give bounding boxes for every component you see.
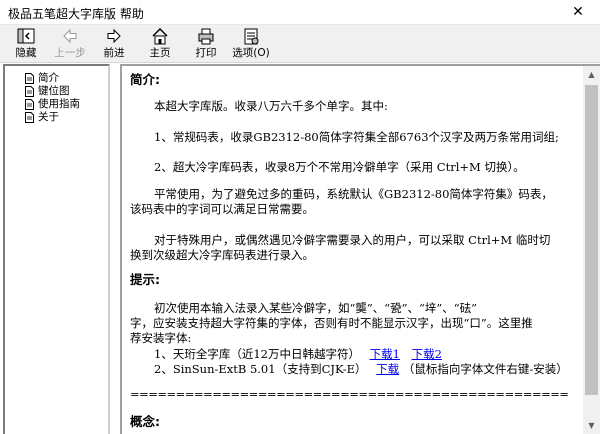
arrow-right-icon (107, 28, 121, 44)
navigation-pane: 简介 键位图 使用指南 关于 (3, 64, 110, 434)
download-link[interactable]: 下载 (376, 362, 399, 376)
content-pane: 简介: 本超大字库版。收录八万六千多个单字。其中: 1、常规码表，收录GB231… (120, 64, 600, 434)
hide-button[interactable]: 隐藏 (4, 26, 48, 62)
forward-label: 前进 (103, 47, 125, 59)
printer-icon (198, 28, 214, 45)
tip-paragraph: 字，应安装支持超大字符集的字体，否则有时不能显示汉字，出现“口”。这里推 (130, 316, 533, 330)
intro-paragraph: 本超大字库版。收录八万六千多个单字。其中: (154, 99, 388, 113)
document-icon (25, 112, 34, 123)
font-item-1: 1、天珩全字库（近12万中日韩越字符） 下载1 下载2 (154, 347, 442, 362)
print-label: 打印 (195, 47, 217, 59)
tip-heading: 提示: (130, 272, 160, 287)
font-item-2: 2、SinSun-ExtB 5.01（支持到CJK-E） 下载 （鼠标指向字体文… (154, 362, 568, 377)
tip-paragraph: 初次使用本输入法录入某些冷僻字，如“龑”、“㼦”、“垶”、“砝” (154, 301, 478, 315)
tree-item-guide[interactable]: 使用指南 (25, 98, 80, 111)
tree-item-label: 键位图 (38, 85, 70, 97)
home-label: 主页 (149, 47, 171, 59)
arrow-left-icon (63, 28, 77, 44)
home-icon (152, 27, 168, 45)
help-content: 简介: 本超大字库版。收录八万六千多个单字。其中: 1、常规码表，收录GB231… (130, 66, 582, 434)
vertical-scrollbar[interactable]: ▲ ▼ (583, 66, 600, 434)
document-icon (25, 73, 34, 84)
tree-item-label: 使用指南 (38, 98, 80, 110)
tree-item-label: 关于 (38, 111, 59, 123)
window-title: 极品五笔超大字库版 帮助 (8, 7, 144, 21)
font-item-text: 2、SinSun-ExtB 5.01（支持到CJK-E） (154, 362, 367, 376)
tree-item-keymap[interactable]: 键位图 (25, 85, 80, 98)
hide-label: 隐藏 (15, 47, 37, 59)
tree-item-label: 简介 (38, 72, 59, 84)
title-bar: 极品五笔超大字库版 帮助 ✕ (0, 0, 600, 25)
scroll-up-icon[interactable]: ▲ (583, 66, 600, 83)
concept-heading: 概念: (130, 414, 160, 429)
print-button[interactable]: 打印 (184, 26, 228, 62)
intro-heading: 简介: (130, 72, 160, 87)
tree-item-about[interactable]: 关于 (25, 111, 80, 124)
document-icon (25, 86, 34, 97)
separator: ========================================… (130, 387, 569, 401)
options-button[interactable]: 选项(O) (226, 26, 276, 62)
install-note: （鼠标指向字体文件右键-安装） (402, 362, 568, 376)
tip-paragraph: 荐安装字体: (130, 331, 192, 345)
hide-icon (17, 28, 35, 44)
forward-button[interactable]: 前进 (92, 26, 136, 62)
intro-paragraph: 平常使用，为了避免过多的重码，系统默认《GB2312-80简体字符集》码表， (154, 187, 553, 201)
toolbar: 隐藏 上一步 前进 主页 打印 选项(O) (0, 25, 600, 63)
options-label: 选项(O) (232, 47, 270, 59)
download-link-1[interactable]: 下载1 (370, 347, 400, 361)
back-button[interactable]: 上一步 (48, 26, 92, 62)
tree-item-intro[interactable]: 简介 (25, 72, 80, 85)
scroll-down-icon[interactable]: ▼ (583, 417, 600, 434)
scroll-thumb[interactable] (585, 85, 598, 395)
intro-item-2: 2、超大冷字库码表，收录8万个不常用冷僻单字（采用 Ctrl+M 切换）。 (154, 160, 525, 174)
font-item-text: 1、天珩全字库（近12万中日韩越字符） (154, 347, 360, 361)
document-icon (25, 99, 34, 110)
download-link-2[interactable]: 下载2 (412, 347, 442, 361)
close-icon[interactable]: ✕ (556, 0, 600, 25)
home-button[interactable]: 主页 (138, 26, 182, 62)
intro-item-1: 1、常规码表，收录GB2312-80简体字符集全部6763个汉字及两万条常用词组… (154, 130, 559, 144)
contents-tree: 简介 键位图 使用指南 关于 (25, 72, 80, 124)
back-label: 上一步 (54, 47, 86, 59)
intro-paragraph: 换到次级超大冷字库码表进行录入。 (130, 248, 314, 262)
options-icon (244, 28, 259, 45)
intro-paragraph: 该码表中的字词可以满足日常需要。 (130, 202, 314, 216)
intro-paragraph: 对于特殊用户，或偶然遇见冷僻字需要录入的用户，可以采取 Ctrl+M 临时切 (154, 233, 551, 247)
